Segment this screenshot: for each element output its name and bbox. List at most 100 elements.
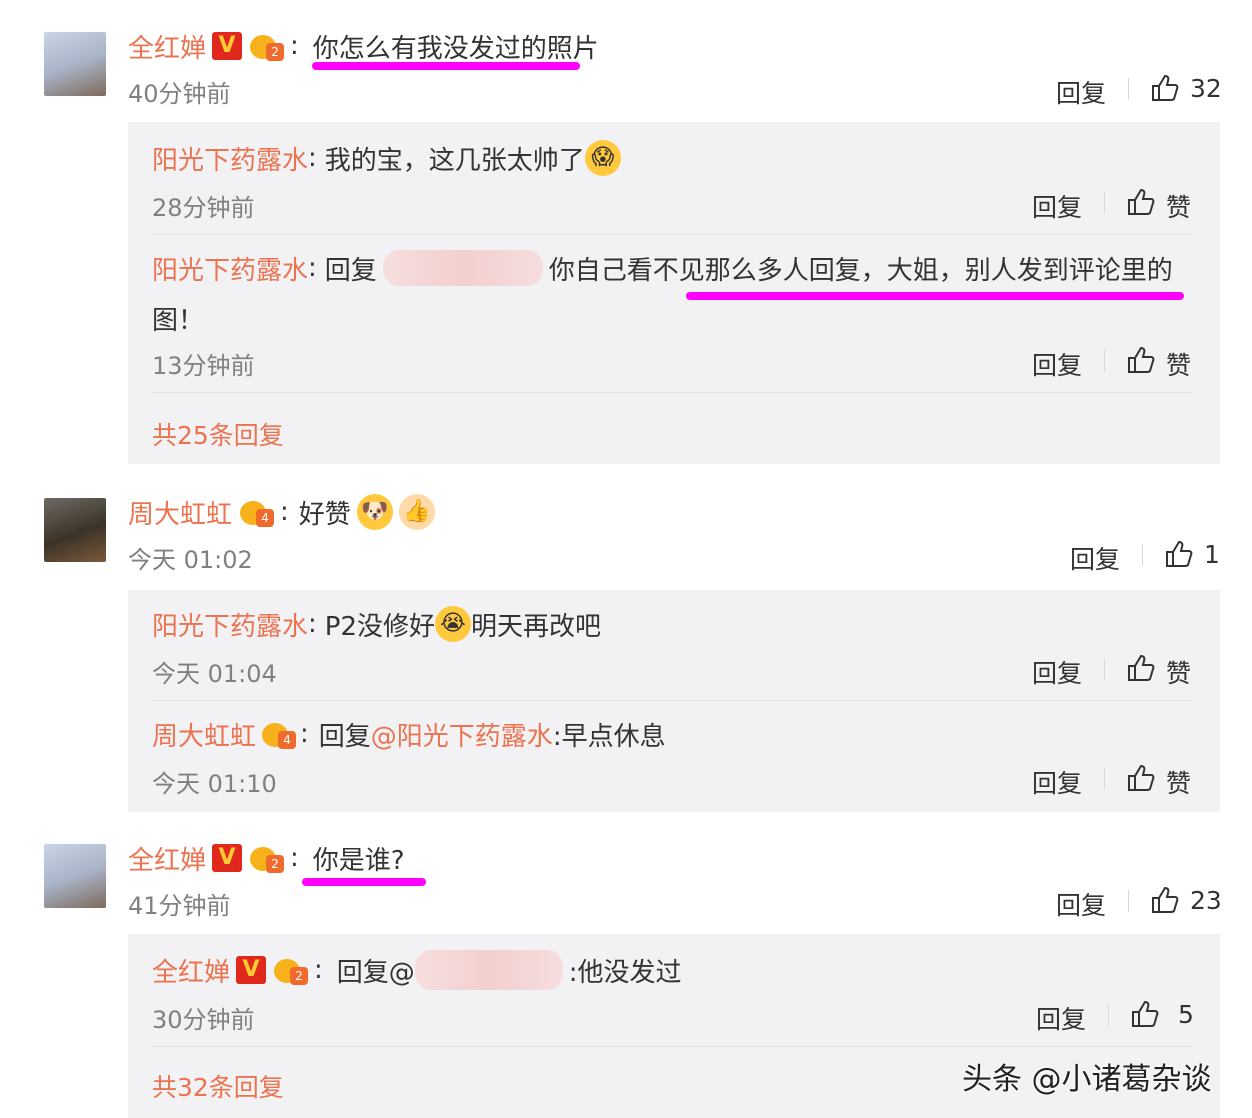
reply-line: 周大虹虹 4 : 回复 @阳光下药露水 :早点休息: [152, 714, 666, 754]
reply-text-continued: 图！: [152, 306, 205, 336]
member-crown-icon: 2: [248, 31, 285, 61]
colon: :: [308, 143, 317, 173]
thumbs-up-icon[interactable]: [1126, 764, 1156, 792]
like-count: 5: [1178, 1000, 1194, 1029]
colon: :: [290, 31, 299, 61]
divider: [1104, 658, 1105, 680]
comment-time: 今天 01:02: [128, 546, 253, 574]
like-label[interactable]: 赞: [1166, 346, 1191, 382]
highlight-underline: [302, 878, 426, 886]
colon: :: [290, 843, 299, 873]
reply-text: :早点休息: [552, 721, 666, 752]
reply-button[interactable]: 回复: [1056, 886, 1106, 922]
reply-author[interactable]: 阳光下药露水: [152, 250, 308, 287]
more-replies-link[interactable]: 共32条回复: [152, 1068, 284, 1104]
reply-time: 28分钟前: [152, 194, 255, 222]
reply-text: P2没修好: [324, 611, 436, 642]
thumbs-up-icon[interactable]: [1164, 540, 1194, 568]
thumbs-up-icon[interactable]: [1126, 188, 1156, 216]
reply-prefix: 回复@: [336, 957, 415, 988]
member-crown-icon: 4: [260, 719, 297, 749]
thumbs-up-icon[interactable]: [1150, 74, 1180, 102]
watermark: 头条 @小诸葛杂谈: [962, 1062, 1212, 1097]
reply-text: 明天再改吧: [471, 611, 602, 642]
reply-line: 阳光下药露水 : P2没修好 😭 明天再改吧: [152, 604, 601, 644]
thumbs-up-icon[interactable]: [1126, 346, 1156, 374]
reply-button[interactable]: 回复: [1032, 188, 1082, 224]
reply-prefix: 回复: [318, 721, 371, 752]
reply-button[interactable]: 回复: [1036, 1000, 1086, 1036]
reply-time: 今天 01:10: [152, 770, 277, 798]
thumbs-up-icon[interactable]: [1126, 654, 1156, 682]
author-name[interactable]: 全红婵: [128, 840, 206, 877]
author-name[interactable]: 全红婵: [128, 28, 206, 65]
comment-header: 全红婵 V 2 : 你怎么有我没发过的照片: [128, 26, 599, 66]
divider: [1104, 350, 1105, 372]
divider: [1128, 78, 1129, 100]
avatar[interactable]: [44, 844, 106, 908]
thumbs-up-icon[interactable]: [1150, 886, 1180, 914]
reply-button[interactable]: 回复: [1056, 74, 1106, 110]
highlight-underline: [312, 62, 580, 70]
colon: :: [308, 609, 317, 639]
blurred-mention: [382, 250, 543, 286]
colon: :: [308, 253, 317, 283]
verified-badge-icon: V: [236, 956, 267, 984]
thumbs-up-icon[interactable]: [1130, 1000, 1160, 1028]
reply-author[interactable]: 阳光下药露水: [152, 606, 308, 643]
reply-time: 13分钟前: [152, 352, 255, 380]
shocked-emoji-icon: 😱: [584, 140, 621, 176]
avatar[interactable]: [44, 498, 106, 562]
divider: [1128, 890, 1129, 912]
colon: :: [280, 497, 289, 527]
reply-divider: [152, 234, 1192, 235]
like-label[interactable]: 赞: [1166, 654, 1191, 690]
member-crown-icon: 2: [248, 843, 285, 873]
like-label[interactable]: 赞: [1166, 764, 1191, 800]
reply-prefix: 回复: [324, 255, 377, 286]
comment-text: 好赞: [298, 499, 351, 530]
divider: [1108, 1004, 1109, 1026]
reply-line: 阳光下药露水 : 我的宝，这几张太帅了 😱: [152, 138, 621, 178]
comment-header: 周大虹虹 4 : 好赞 🐶 👍: [128, 492, 435, 532]
divider: [1104, 768, 1105, 790]
colon: :: [314, 955, 323, 985]
reply-time: 30分钟前: [152, 1006, 255, 1034]
reply-author[interactable]: 全红婵: [152, 952, 230, 989]
divider: [1104, 192, 1105, 214]
verified-badge-icon: V: [212, 32, 243, 60]
avatar[interactable]: [44, 32, 106, 96]
reply-button[interactable]: 回复: [1032, 764, 1082, 800]
thumbs-up-emoji-icon: 👍: [398, 494, 435, 530]
comment-text: 你是谁?: [312, 845, 405, 876]
reply-author[interactable]: 阳光下药露水: [152, 140, 308, 177]
mention-link[interactable]: @阳光下药露水: [371, 716, 553, 753]
reply-button[interactable]: 回复: [1032, 654, 1082, 690]
reply-divider: [152, 392, 1192, 393]
like-count: 23: [1190, 886, 1222, 915]
blurred-mention: [414, 950, 563, 990]
reply-text: :他没发过: [568, 957, 682, 988]
like-label[interactable]: 赞: [1166, 188, 1191, 224]
reply-divider: [152, 1046, 1192, 1047]
comment-time: 41分钟前: [128, 892, 231, 920]
reply-author[interactable]: 周大虹虹: [152, 716, 256, 753]
verified-badge-icon: V: [212, 844, 243, 872]
dog-face-emoji-icon: 🐶: [356, 494, 393, 530]
comment-text: 你怎么有我没发过的照片: [312, 33, 599, 64]
author-name[interactable]: 周大虹虹: [128, 494, 232, 531]
reply-text: 我的宝，这几张太帅了: [324, 145, 585, 176]
member-crown-icon: 2: [272, 955, 309, 985]
reply-time: 今天 01:04: [152, 660, 277, 688]
divider: [1142, 544, 1143, 566]
comment-header: 全红婵 V 2 : 你是谁?: [128, 838, 405, 878]
comment-time: 40分钟前: [128, 80, 231, 108]
like-count: 32: [1190, 74, 1222, 103]
reply-text: 你自己看不见那么多人回复，大姐，别人发到评论里的: [548, 255, 1173, 286]
reply-line: 阳光下药露水 : 回复 你自己看不见那么多人回复，大姐，别人发到评论里的: [152, 248, 1173, 288]
reply-button[interactable]: 回复: [1032, 346, 1082, 382]
reply-button[interactable]: 回复: [1070, 540, 1120, 576]
more-replies-link[interactable]: 共25条回复: [152, 416, 284, 452]
member-crown-icon: 4: [238, 497, 275, 527]
reply-divider: [152, 700, 1192, 701]
